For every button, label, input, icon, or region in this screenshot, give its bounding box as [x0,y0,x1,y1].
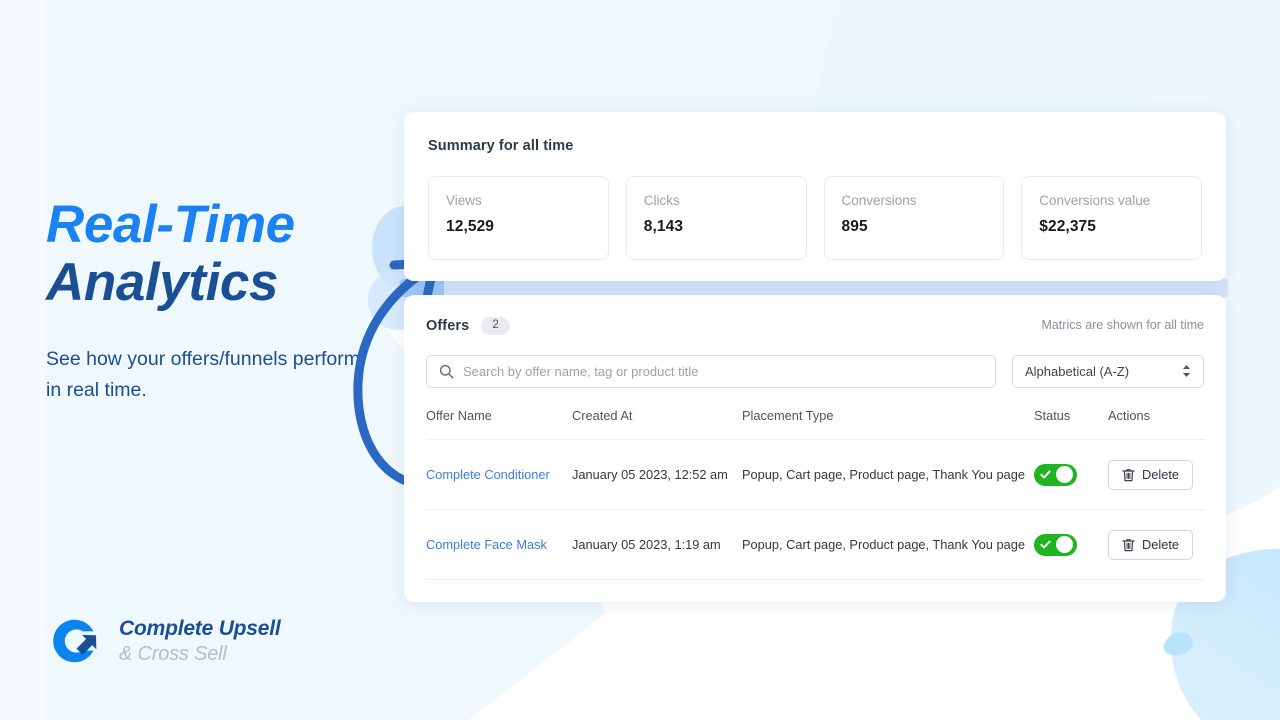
trash-icon [1122,538,1135,552]
status-toggle[interactable] [1034,464,1077,486]
offer-name-link[interactable]: Complete Face Mask [426,537,547,552]
toggle-knob [1056,536,1073,553]
stat-value: 12,529 [446,218,591,236]
offers-table: Offer Name Created At Placement Type Sta… [426,408,1204,580]
offer-placement-type: Popup, Cart page, Product page, Thank Yo… [742,509,1034,579]
column-header-status: Status [1034,408,1108,440]
offers-count-badge: 2 [481,317,509,335]
stat-value: 8,143 [644,218,789,236]
sort-select[interactable]: Alphabetical (A-Z) [1012,355,1204,388]
sort-select-value: Alphabetical (A-Z) [1025,364,1129,379]
promo-screenshot: Real-Time Analytics See how your offers/… [0,0,1280,720]
delete-button[interactable]: Delete [1108,460,1193,490]
summary-panel: Summary for all time Views 12,529 Clicks… [404,112,1226,281]
brand-tagline: & Cross Sell [119,644,281,664]
stat-label: Conversions value [1039,193,1184,208]
stat-card-clicks: Clicks 8,143 [626,176,807,260]
offers-panel: Offers 2 Matrics are shown for all time … [404,295,1226,602]
stat-card-conversions: Conversions 895 [824,176,1005,260]
delete-button-label: Delete [1142,467,1179,482]
stat-label: Views [446,193,591,208]
page-title: Real-Time Analytics [46,196,376,312]
offer-created-at: January 05 2023, 12:52 am [572,439,742,509]
trash-icon [1122,468,1135,482]
page-title-line-2: Analytics [46,254,376,312]
delete-button[interactable]: Delete [1108,530,1193,560]
offers-controls: Alphabetical (A-Z) [426,355,1204,388]
delete-button-label: Delete [1142,537,1179,552]
bottom-right-small-oval [1161,629,1196,658]
search-input[interactable] [463,364,983,379]
offer-name-link[interactable]: Complete Conditioner [426,467,550,482]
table-row: Complete Conditioner January 05 2023, 12… [426,439,1204,509]
hero-subtitle: See how your offers/funnels perform in r… [46,344,376,406]
check-icon [1040,469,1051,480]
stat-label: Conversions [842,193,987,208]
brand-name: Complete Upsell [119,618,281,639]
stat-value: 895 [842,218,987,236]
offer-created-at: January 05 2023, 1:19 am [572,509,742,579]
brand-logo: Complete Upsell & Cross Sell [48,612,281,670]
column-header-offer-name: Offer Name [426,408,572,440]
check-icon [1040,539,1051,550]
column-header-created-at: Created At [572,408,742,440]
left-edge-strip [0,0,46,720]
offer-placement-type: Popup, Cart page, Product page, Thank Yo… [742,439,1034,509]
stat-card-conversions-value: Conversions value $22,375 [1021,176,1202,260]
search-box[interactable] [426,355,996,388]
search-icon [439,364,454,379]
table-row: Complete Face Mask January 05 2023, 1:19… [426,509,1204,579]
brand-logo-text: Complete Upsell & Cross Sell [119,618,281,664]
toggle-knob [1056,466,1073,483]
complete-upsell-logo-icon [48,612,106,670]
table-header-row: Offer Name Created At Placement Type Sta… [426,408,1204,440]
chevron-updown-icon [1182,364,1191,378]
hero-copy: Real-Time Analytics See how your offers/… [46,196,376,406]
stat-label: Clicks [644,193,789,208]
stat-value: $22,375 [1039,218,1184,236]
stat-card-views: Views 12,529 [428,176,609,260]
page-title-line-1: Real-Time [46,196,376,254]
status-toggle[interactable] [1034,534,1077,556]
summary-stat-row: Views 12,529 Clicks 8,143 Conversions 89… [428,176,1202,260]
summary-title: Summary for all time [428,138,1202,154]
column-header-actions: Actions [1108,408,1204,440]
offers-title: Offers [426,318,469,334]
column-header-placement-type: Placement Type [742,408,1034,440]
metrics-note: Matrics are shown for all time [1041,318,1204,332]
